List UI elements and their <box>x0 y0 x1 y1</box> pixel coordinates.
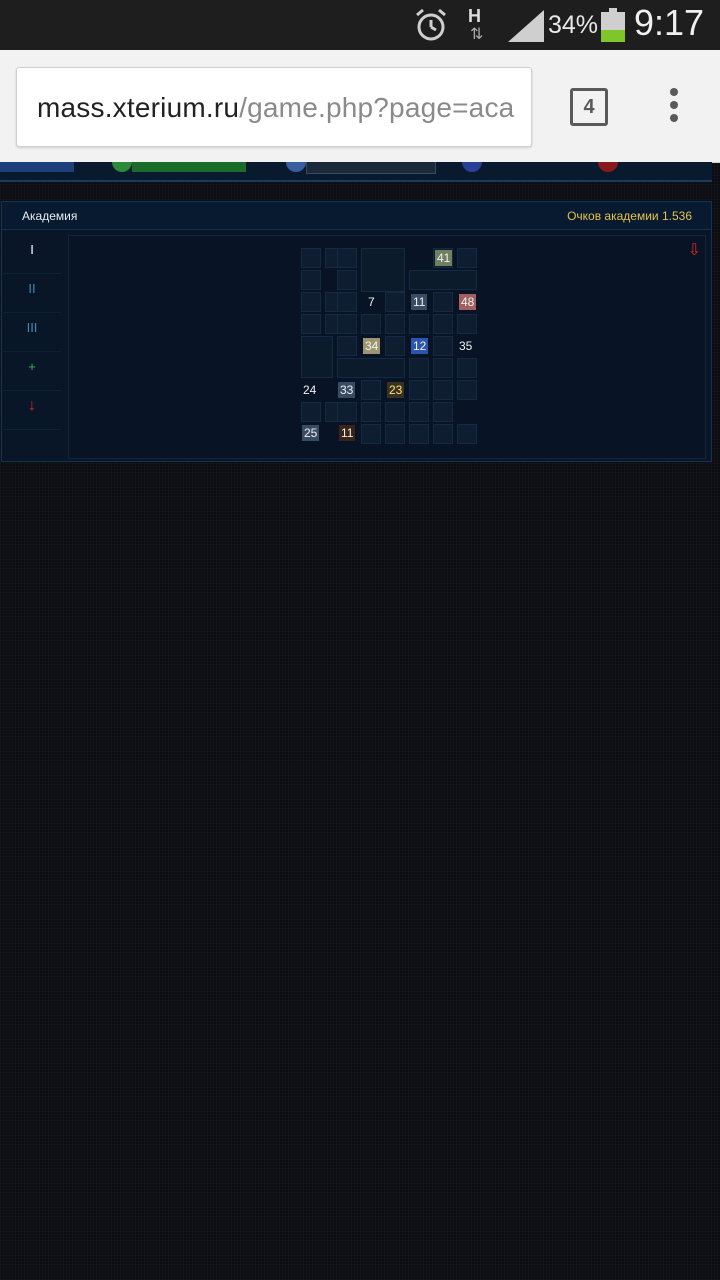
grid-cell <box>433 314 453 334</box>
skill-node[interactable]: 35 <box>457 338 474 354</box>
tab-branch-2[interactable]: II <box>3 274 61 313</box>
skill-node[interactable]: 11 <box>411 294 428 310</box>
grid-cell <box>409 358 429 378</box>
grid-cell <box>409 402 429 422</box>
down-arrow-icon[interactable]: ⇩ <box>688 240 701 260</box>
grid-cell <box>385 402 405 422</box>
grid-cell <box>337 358 405 378</box>
skill-node[interactable]: 34 <box>363 338 381 354</box>
grid-cell <box>301 314 321 334</box>
resource-energy[interactable] <box>618 162 678 172</box>
grid-cell <box>457 424 477 444</box>
grid-cell <box>301 292 321 312</box>
grid-cell <box>385 424 405 444</box>
grid-cell <box>361 380 381 400</box>
tab-switcher-button[interactable]: 4 <box>570 88 608 126</box>
grid-cell <box>409 314 429 334</box>
grid-cell <box>337 402 357 422</box>
skill-node[interactable]: 24 <box>301 382 318 398</box>
signal-icon <box>508 10 544 42</box>
clock-time: 9:17 <box>634 2 705 43</box>
tab-branch-1[interactable]: I <box>3 235 61 274</box>
grid-cell <box>361 402 381 422</box>
grid-cell <box>433 358 453 378</box>
grid-cell <box>337 314 357 334</box>
grid-cell <box>337 336 357 356</box>
academy-panel: Академия Очков академии 1.536 I II III +… <box>1 201 712 462</box>
skill-node[interactable]: 41 <box>435 250 453 266</box>
resource-metal[interactable] <box>0 162 74 172</box>
grid-cell <box>385 314 405 334</box>
skill-node[interactable]: 12 <box>411 338 429 354</box>
grid-cell <box>361 314 381 334</box>
grid-cell <box>409 380 429 400</box>
url-path: /game.php?page=aca <box>239 92 515 123</box>
academy-side-tabs: I II III + ↓ <box>3 235 61 430</box>
status-bar: H ⇅ 34% 9:17 <box>0 0 720 50</box>
skill-node[interactable]: 33 <box>338 382 356 398</box>
energy-icon <box>598 162 618 172</box>
skill-node[interactable]: 11 <box>339 425 356 441</box>
tab-branch-3[interactable]: III <box>3 313 61 352</box>
grid-cell <box>409 270 477 290</box>
grid-cell <box>337 270 357 290</box>
grid-cell <box>301 270 321 290</box>
battery-icon <box>601 8 625 42</box>
deuterium-icon <box>286 162 306 172</box>
darkmatter-icon <box>462 162 482 172</box>
skill-node[interactable]: 7 <box>366 294 377 310</box>
skill-tree: ⇩ 41 7 11 48 34 12 35 24 33 23 25 11 <box>68 235 706 459</box>
overflow-menu-icon[interactable] <box>664 88 684 128</box>
grid-cell <box>433 380 453 400</box>
grid-cell <box>385 336 405 356</box>
grid-cell <box>457 248 477 268</box>
grid-cell <box>301 336 333 378</box>
url-host: mass.xterium.ru <box>37 92 240 123</box>
data-arrows-icon: ⇅ <box>470 26 484 43</box>
skill-node[interactable]: 23 <box>387 382 405 398</box>
grid-cell <box>337 292 357 312</box>
grid-cell <box>433 336 453 356</box>
grid-cell <box>361 248 405 292</box>
grid-cell <box>433 424 453 444</box>
grid-cell <box>433 402 453 422</box>
skill-node[interactable]: 25 <box>302 425 320 441</box>
grid-cell <box>409 424 429 444</box>
grid-cell <box>385 292 405 312</box>
alarm-icon <box>416 8 446 41</box>
academy-title: Академия <box>22 209 78 223</box>
academy-points: Очков академии 1.536 <box>567 209 692 223</box>
tab-add[interactable]: + <box>3 352 61 391</box>
crystal-icon <box>112 162 132 172</box>
grid-cell <box>301 402 321 422</box>
grid-cell <box>457 380 477 400</box>
battery-percent: 34% <box>548 11 599 39</box>
resource-bar <box>0 162 712 182</box>
grid-cell <box>337 248 357 268</box>
grid-cell <box>457 314 477 334</box>
grid-cell <box>433 292 453 312</box>
academy-header: Академия Очков академии 1.536 <box>2 202 711 230</box>
grid-cell <box>301 248 321 268</box>
tab-down-arrow[interactable]: ↓ <box>3 391 61 430</box>
skill-node[interactable]: 48 <box>459 294 477 310</box>
resource-darkmatter[interactable] <box>480 162 570 172</box>
browser-toolbar: mass.xterium.ru/game.php?page=aca 4 <box>0 50 720 163</box>
grid-cell <box>361 424 381 444</box>
url-text: mass.xterium.ru/game.php?page=aca <box>37 92 514 124</box>
url-bar[interactable]: mass.xterium.ru/game.php?page=aca <box>16 67 532 147</box>
resource-crystal[interactable] <box>132 162 246 172</box>
resource-deuterium[interactable] <box>306 162 436 174</box>
grid-cell <box>457 358 477 378</box>
